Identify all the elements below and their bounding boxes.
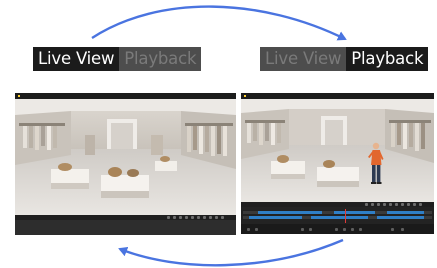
timeline-playhead[interactable] [345, 209, 346, 223]
app-logo-icon [244, 95, 246, 97]
store-scene-with-person [241, 99, 434, 202]
curved-arrow-right-icon [91, 5, 347, 41]
app-logo-icon [18, 95, 20, 97]
timeline-track[interactable] [243, 216, 432, 219]
playback-tab[interactable]: Playback [346, 47, 429, 71]
playback-window [241, 93, 434, 234]
mode-toggle-live[interactable]: Live View Playback [33, 47, 202, 71]
camera-video-feed[interactable] [15, 99, 236, 215]
window-controls-icon[interactable] [221, 95, 233, 108]
playback-bottom-bar [241, 224, 434, 234]
store-scene [15, 99, 236, 215]
playback-tab[interactable]: Playback [119, 47, 202, 71]
curved-arrow-left-icon [118, 238, 344, 267]
live-view-tab[interactable]: Live View [260, 47, 347, 71]
camera-video-feed[interactable] [241, 99, 434, 202]
live-view-tab[interactable]: Live View [33, 47, 120, 71]
window-controls-icon[interactable] [419, 95, 431, 108]
mode-toggle-playback[interactable]: Live View Playback [260, 47, 429, 71]
timeline-track[interactable] [243, 211, 432, 214]
live-lower-panel [15, 220, 236, 235]
live-view-window [15, 93, 236, 235]
